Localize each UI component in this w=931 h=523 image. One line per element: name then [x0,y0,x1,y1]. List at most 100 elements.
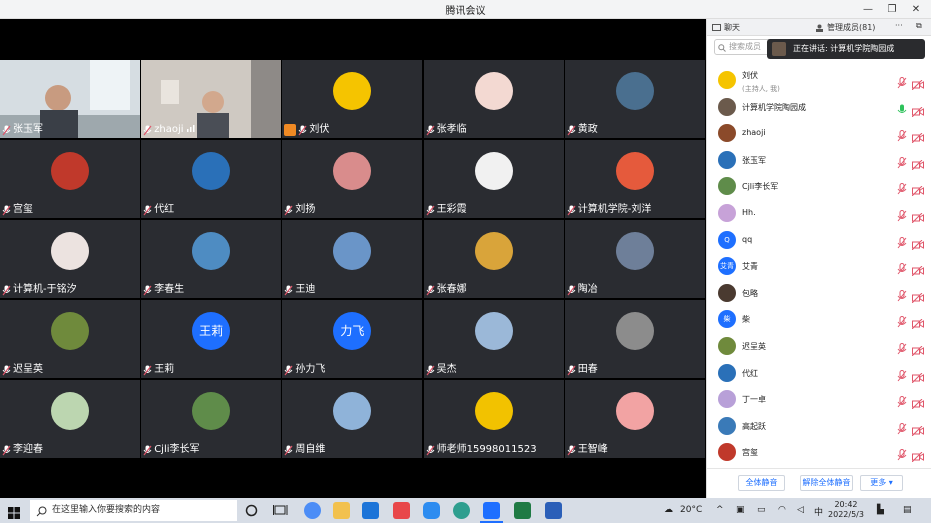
member-row[interactable]: 迟呈英 [707,333,931,360]
mic-muted-icon[interactable] [897,420,907,435]
video-tile[interactable]: 李迎春 [0,380,140,458]
wifi-icon[interactable]: ◠ [778,505,786,515]
video-tile[interactable]: 师老师15998011523 [423,380,564,458]
video-tile[interactable]: 周自维 [282,380,423,458]
video-tile[interactable]: 计算机-于铭汐 [0,220,140,298]
tab-chat[interactable]: 聊天 [712,22,740,33]
excel-icon[interactable] [514,502,531,519]
camera-off-icon[interactable] [911,421,924,437]
mic-muted-icon[interactable] [897,154,907,169]
camera-off-icon[interactable] [911,208,924,224]
mic-muted-icon[interactable] [897,127,907,142]
windows-start-icon[interactable] [8,504,20,519]
video-tile[interactable]: 王莉 王莉 [141,300,282,378]
taskbar-search-input[interactable]: 在这里输入你要搜索的内容 [30,500,237,521]
video-tile[interactable]: 田春 [564,300,705,378]
weather-temperature[interactable]: 20°C [680,505,702,515]
video-tile[interactable]: 迟呈英 [0,300,140,378]
video-tile[interactable]: 吴杰 [423,300,564,378]
member-search-input[interactable]: 搜索成员 [714,39,774,55]
tray-app-icon[interactable]: ▣ [736,505,745,515]
mic-muted-icon[interactable] [897,287,907,302]
video-tile[interactable]: 代红 [141,140,282,218]
camera-off-icon[interactable] [911,288,924,304]
minimize-button[interactable]: — [856,0,880,19]
video-tile[interactable]: 宫玺 [0,140,140,218]
member-row[interactable]: 艾青 艾青 [707,253,931,280]
video-tile[interactable]: 陶冶 [564,220,705,298]
video-tile[interactable]: 张春娜 [423,220,564,298]
camera-off-icon[interactable] [911,314,924,330]
video-tile[interactable]: 黄政 [564,60,705,138]
mic-muted-icon[interactable] [897,367,907,381]
video-tile[interactable]: Cjli李长军 [141,380,282,458]
camera-off-icon[interactable] [911,102,924,117]
cortana-icon[interactable] [243,502,260,519]
video-tile[interactable]: 张孝临 [423,60,564,138]
cloud-app-icon[interactable] [423,502,440,519]
tray-chevron-icon[interactable]: ^ [716,505,724,515]
panel-popout-icon[interactable]: ⧉ [916,21,922,31]
mic-muted-icon[interactable] [897,260,907,275]
browser-icon[interactable] [304,502,321,519]
mic-muted-icon[interactable] [897,207,907,222]
mic-muted-icon[interactable] [897,340,907,355]
mic-muted-icon[interactable] [897,74,907,89]
volume-icon[interactable]: ◁ [797,505,804,515]
member-row[interactable]: zhaoji [707,120,931,147]
video-tile[interactable]: zhaoji [141,60,282,138]
mic-muted-icon[interactable] [897,234,907,248]
unmute-all-button[interactable]: 解除全体静音 [800,475,853,491]
camera-off-icon[interactable] [911,261,924,277]
tencent-meeting-icon[interactable] [483,502,500,519]
meeting-tray-icon[interactable]: ▙ [877,505,884,515]
close-button[interactable]: ✕ [904,0,928,19]
weather-icon[interactable]: ☁ [664,505,673,515]
camera-off-icon[interactable] [911,368,924,383]
mic-muted-icon[interactable] [897,446,907,461]
edge-icon[interactable] [453,502,470,519]
maximize-button[interactable]: ❐ [880,0,904,19]
member-row[interactable]: Qqq [707,227,931,254]
video-tile[interactable]: 李春生 [141,220,282,298]
camera-off-icon[interactable] [911,235,924,250]
member-row[interactable]: 张玉军 [707,147,931,174]
tab-members[interactable]: 管理成员(81) [815,22,875,33]
video-tile[interactable]: 王迪 [282,220,423,298]
camera-off-icon[interactable] [911,181,924,197]
member-row[interactable]: 宫玺 [707,439,931,466]
camera-off-icon[interactable] [911,155,924,171]
task-view-icon[interactable] [272,502,289,519]
more-actions-button[interactable]: 更多 ▾ [860,475,903,491]
member-row[interactable]: 包略 [707,280,931,307]
video-tile[interactable]: 刘伏 [282,60,423,138]
video-tile[interactable]: 王智峰 [564,380,705,458]
member-row[interactable]: 柴柴 [707,306,931,333]
mail-icon[interactable] [362,502,379,519]
camera-off-icon[interactable] [911,75,924,91]
video-tile[interactable]: 张玉军 [0,60,140,138]
camera-off-icon[interactable] [911,447,924,463]
video-tile[interactable]: 力飞 孙力飞 [282,300,423,378]
word-icon[interactable] [545,502,562,519]
member-row[interactable]: 高起跃 [707,413,931,440]
panel-more-button[interactable]: ··· [895,21,903,30]
member-row[interactable]: 刘伏 (主持人, 我) [707,67,931,94]
member-row[interactable]: Cjli李长军 [707,173,931,200]
video-tile[interactable]: 王彩霞 [423,140,564,218]
member-row[interactable]: 丁一卓 [707,386,931,413]
video-tile[interactable]: 计算机学院-刘洋 [564,140,705,218]
mic-active-icon[interactable] [897,101,907,113]
member-row[interactable]: 计算机学院陶园成 [707,94,931,121]
camera-off-icon[interactable] [911,128,924,144]
taskbar-clock[interactable]: 20:42 2022/5/3 [826,500,866,520]
camera-off-icon[interactable] [911,341,924,357]
app-red-icon[interactable] [393,502,410,519]
member-row[interactable]: Hh. [707,200,931,227]
file-explorer-icon[interactable] [333,502,350,519]
ime-indicator[interactable]: 中 [814,505,823,518]
network-icon[interactable]: ▭ [757,505,766,515]
mic-muted-icon[interactable] [897,313,907,328]
mic-muted-icon[interactable] [897,180,907,195]
member-row[interactable]: 代红 [707,360,931,387]
